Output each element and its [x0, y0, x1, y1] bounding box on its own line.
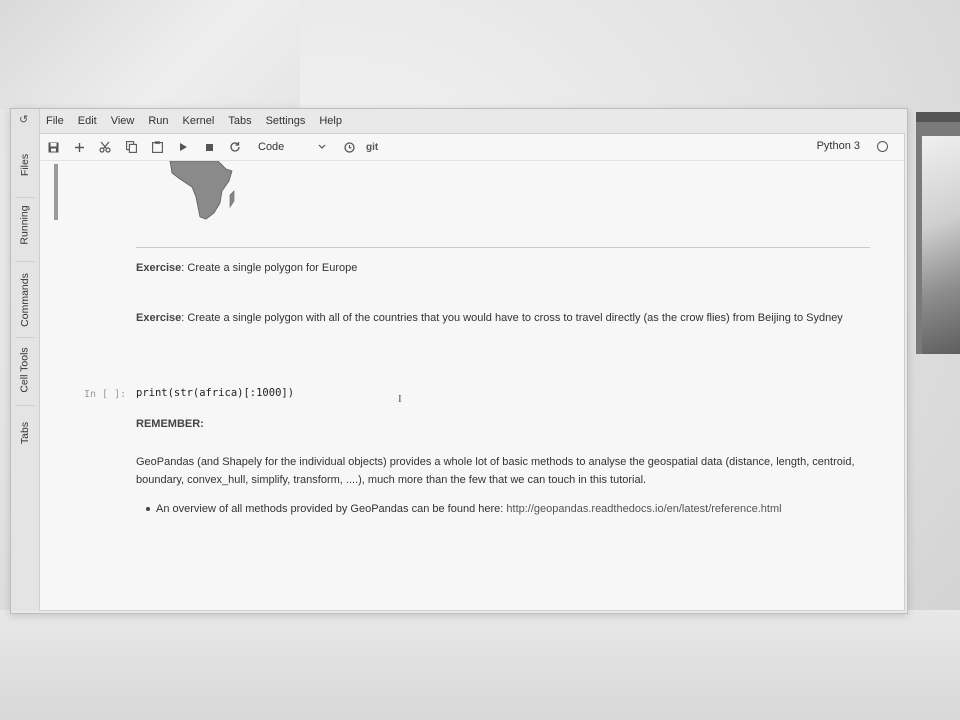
tab-tabs-label: Tabs — [19, 421, 31, 445]
git-button[interactable]: git — [366, 142, 378, 153]
list-item: An overview of all methods provided by G… — [146, 503, 782, 515]
save-button[interactable] — [40, 136, 66, 158]
play-icon — [179, 143, 187, 151]
left-sidebar: ↺ Files Running Commands Cell Tools Tabs — [11, 109, 40, 611]
sidebar-toggle-icon[interactable]: ↺ — [19, 113, 28, 126]
code-cell-prompt: In [ ]: — [84, 389, 127, 400]
menu-help[interactable]: Help — [312, 115, 349, 127]
tab-commands[interactable]: Commands — [11, 257, 39, 343]
cell-type-value: Code — [258, 141, 285, 153]
background-bottom — [0, 610, 960, 720]
notebook-toolbar: Code git Python 3 — [40, 134, 904, 161]
menu-settings[interactable]: Settings — [259, 115, 313, 127]
cell-type-select[interactable]: Code — [254, 141, 330, 153]
menu-bar: File Edit View Run Kernel Tabs Settings … — [39, 109, 907, 133]
tab-running[interactable]: Running — [11, 189, 39, 261]
menu-run[interactable]: Run — [141, 115, 175, 127]
restart-button[interactable] — [222, 136, 248, 158]
bullet-icon — [146, 507, 150, 511]
save-icon — [48, 142, 58, 152]
cell-collapser[interactable] — [54, 164, 58, 220]
methods-paragraph: GeoPandas (and Shapely for the individua… — [136, 453, 855, 489]
menu-tabs[interactable]: Tabs — [221, 115, 258, 127]
jupyterlab-window: ↺ Files Running Commands Cell Tools Tabs… — [10, 108, 908, 614]
menu-view[interactable]: View — [104, 115, 142, 127]
cut-button[interactable] — [92, 136, 118, 158]
text-cursor: I — [398, 393, 402, 405]
tab-commands-label: Commands — [19, 273, 31, 327]
notebook-panel: Code git Python 3 Exercise: Create a sin… — [39, 133, 905, 611]
copy-button[interactable] — [118, 136, 144, 158]
refresh-icon — [230, 142, 240, 152]
tab-cell-tools-label: Cell Tools — [19, 347, 32, 393]
exercise-text: : Create a single polygon for Europe — [181, 262, 358, 274]
remember-heading: REMEMBER: — [136, 415, 204, 433]
exercise-label: Exercise — [136, 262, 182, 274]
notebook-cells[interactable]: Exercise: Create a single polygon for Eu… — [40, 161, 904, 610]
interrupt-button[interactable] — [196, 136, 222, 158]
background-top — [0, 0, 300, 110]
tab-running-label: Running — [19, 205, 31, 245]
tab-files-label: Files — [18, 153, 31, 177]
scissors-icon — [99, 141, 111, 153]
reference-link[interactable]: http://geopandas.readthedocs.io/en/lates… — [506, 503, 781, 515]
kernel-status-icon — [877, 141, 888, 152]
paste-button[interactable] — [144, 136, 170, 158]
code-cell-input[interactable]: print(str(africa)[:1000]) — [136, 387, 294, 399]
menu-kernel[interactable]: Kernel — [176, 115, 222, 127]
menu-file[interactable]: File — [39, 115, 71, 127]
clock-button[interactable] — [336, 136, 362, 158]
insert-cell-button[interactable] — [66, 136, 92, 158]
copy-icon — [125, 141, 137, 153]
run-button[interactable] — [170, 136, 196, 158]
background-window[interactable] — [916, 112, 960, 354]
tab-files[interactable]: Files — [11, 137, 39, 193]
kernel-name[interactable]: Python 3 — [817, 140, 860, 152]
exercise-beijing-sydney-cell: Exercise: Create a single polygon with a… — [136, 309, 843, 327]
paragraph-line: GeoPandas (and Shapely for the individua… — [136, 456, 855, 468]
background-window-content — [922, 136, 960, 354]
remember-label: REMEMBER: — [136, 418, 204, 430]
stop-icon — [205, 143, 213, 151]
africa-map-output — [169, 161, 235, 220]
exercise-text: : Create a single polygon with all of th… — [181, 312, 843, 324]
paragraph-line: boundary, convex_hull, simplify, transfo… — [136, 474, 647, 486]
bullet-text: An overview of all methods provided by G… — [156, 503, 507, 515]
clock-icon — [343, 141, 355, 153]
tab-cell-tools[interactable]: Cell Tools — [11, 335, 39, 405]
output-divider — [136, 247, 870, 248]
plus-icon — [74, 142, 84, 152]
tab-tabs[interactable]: Tabs — [11, 405, 39, 461]
clipboard-icon — [151, 141, 163, 153]
exercise-europe-cell: Exercise: Create a single polygon for Eu… — [136, 259, 357, 277]
menu-edit[interactable]: Edit — [71, 115, 104, 127]
chevron-down-icon — [318, 144, 326, 149]
exercise-label: Exercise — [136, 312, 182, 324]
